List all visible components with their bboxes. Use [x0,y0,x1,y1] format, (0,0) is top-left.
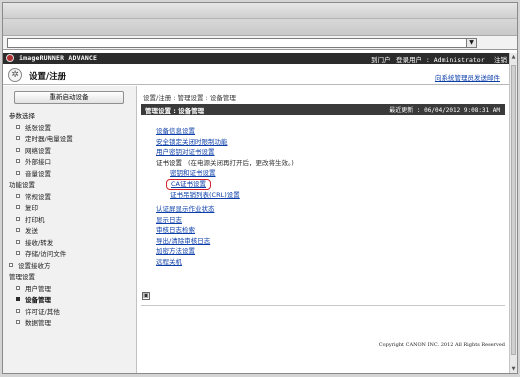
bullet-icon [9,262,13,267]
sidebar-item-volume[interactable]: 音量设置 [3,169,137,181]
bullet-icon [16,239,20,244]
sidebar-item-send[interactable]: 发送 [3,226,137,238]
sidebar: 重新启动设备 参数选择 纸张设置 定时器/电量设置 网络设置 外部接口 音量设置… [3,86,137,373]
bullet-active-icon [16,297,20,301]
browser-window: ▼ imageRUNNER ADVANCE 到门户 登录用户 : Adminis… [2,2,518,374]
copyright: Copyright CANON INC. 2012 All Rights Res… [378,342,505,348]
sidebar-item-label: 接收/转发 [25,238,54,247]
sidebar-item-interface[interactable]: 外部接口 [3,157,137,169]
bullet-icon [16,147,20,152]
address-dropdown-icon[interactable]: ▼ [466,39,476,47]
sidebar-item-device-management[interactable]: 设备管理 [3,295,137,307]
sidebar-item-label: 设置接收方 [18,261,51,270]
address-input[interactable]: ▼ [7,38,477,48]
logout-link[interactable]: 注销 [494,54,507,64]
settings-wheel-icon: ✲ [8,68,22,82]
sidebar-item-data-management[interactable]: 数据管理 [3,318,137,330]
bullet-icon [16,205,20,209]
sidebar-item-label: 定时器/电量设置 [25,135,73,143]
link-audit-log-search[interactable]: 审核日志检索 [156,225,486,236]
email-admin-link[interactable]: 向系统管理员发送邮件 [435,72,500,82]
app-header: imageRUNNER ADVANCE 到门户 登录用户 : Administr… [3,53,509,64]
sidebar-item-label: 纸张设置 [25,123,51,132]
bullet-icon [16,170,20,175]
sidebar-item-destination[interactable]: 设置接收方 [3,261,137,273]
sidebar-item-label: 许可证/其他 [25,307,60,316]
sidebar-nav: 参数选择 纸张设置 定时器/电量设置 网络设置 外部接口 音量设置 功能设置 常… [3,111,137,330]
sidebar-item-label: 常规设置 [25,192,51,201]
link-display-log[interactable]: 显示日志 [156,215,486,226]
sidebar-item-label: 打印机 [25,215,45,224]
canon-logo-icon [6,54,14,62]
breadcrumb: 设置/注册 : 管理设置 : 设备管理 [143,94,236,102]
sidebar-item-label: 用户管理 [25,284,51,293]
sidebar-item-label: 音量设置 [25,169,51,178]
bullet-icon [16,320,20,324]
login-user: 登录用户 : Administrator [396,56,485,64]
sidebar-item-printer[interactable]: 打印机 [3,215,137,227]
sidebar-item-label: 设备管理 [25,296,51,304]
sidebar-item-label: 外部接口 [25,158,51,166]
browser-title-bar [3,3,517,19]
link-device-info[interactable]: 设备信息设置 [156,126,486,137]
sidebar-heading-preferences: 参数选择 [9,112,35,120]
sidebar-item-user-management[interactable]: 用户管理 [3,284,137,296]
cert-settings-note: (在电源关闭再打开后，更改将生效。) [188,158,294,167]
bullet-icon [16,251,20,255]
sidebar-item-paper[interactable]: 纸张设置 [3,123,137,135]
portal-link[interactable]: 到门户 [371,54,391,64]
scroll-up-icon[interactable]: ▲ [510,53,517,61]
sidebar-item-timer[interactable]: 定时器/电量设置 [3,134,137,146]
sidebar-item-store[interactable]: 存储/访问文件 [3,249,137,261]
bullet-icon [16,124,20,129]
section-header: 管理设置 : 设备管理 最近更新 : 06/04/2012 9:08:31 AM [141,104,505,115]
bullet-icon [16,308,20,313]
main-content: 设置/注册 : 管理设置 : 设备管理 管理设置 : 设备管理 最近更新 : 0… [138,86,509,373]
cert-settings-row: 证书设置 (在电源关闭再打开后，更改将生效。) [156,158,486,169]
collapse-icon[interactable]: ▣ [142,292,150,300]
link-encryption-method[interactable]: 加密方法设置 [156,246,486,257]
link-security-lock[interactable]: 安全锁定关闭时限制功能 [156,137,486,148]
settings-links: 设备信息设置 安全锁定关闭时限制功能 用户密钥对证书设置 证书设置 (在电源关闭再… [156,126,486,267]
section-title: 管理设置 : 设备管理 [145,107,205,115]
cert-settings-label: 证书设置 [156,158,182,167]
sidebar-heading-function: 功能设置 [9,181,35,189]
scroll-down-icon[interactable]: ▼ [510,365,517,373]
brand-name: imageRUNNER ADVANCE [19,54,98,62]
link-ca-cert-settings[interactable]: CA证书设置 [166,178,211,190]
sidebar-item-common[interactable]: 常规设置 [3,192,137,204]
vertical-scrollbar[interactable]: ▲ ▼ [509,53,517,373]
page-title-bar: ✲ 设置/注册 向系统管理员发送邮件 [3,65,509,85]
bullet-icon [16,136,20,140]
scrollbar-thumb[interactable] [511,65,516,355]
link-export-audit-log[interactable]: 导出/清除审核日志 [156,236,486,247]
link-user-key-cert[interactable]: 用户密钥对证书设置 [156,147,486,158]
link-remote-shutdown[interactable]: 远程关机 [156,257,486,268]
footer-divider [141,305,505,306]
link-key-cert-settings[interactable]: 密钥和证书设置 [170,168,486,179]
page-title: 设置/注册 [29,72,67,82]
link-job-status-auth[interactable]: 认证屏显示作业状态 [156,204,486,215]
sidebar-item-license[interactable]: 许可证/其他 [3,307,137,319]
sidebar-heading-management: 管理设置 [9,273,35,281]
restart-device-button[interactable]: 重新启动设备 [14,91,124,104]
bullet-icon [16,228,20,232]
bullet-icon [16,285,20,290]
sidebar-item-label: 数据管理 [25,319,51,327]
browser-toolbar [3,19,517,36]
bullet-icon [16,216,20,221]
sidebar-item-label: 发送 [25,227,38,235]
last-updated: 最近更新 : 06/04/2012 9:08:31 AM [389,107,500,114]
bullet-icon [16,193,20,198]
sidebar-item-copy[interactable]: 复印 [3,203,137,215]
sidebar-item-label: 存储/访问文件 [25,250,67,258]
bullet-icon [16,159,20,163]
link-crl-settings[interactable]: 证书吊销列表(CRL)设置 [170,190,486,201]
sidebar-item-label: 网络设置 [25,146,51,155]
sidebar-item-label: 复印 [25,204,38,212]
sidebar-item-network[interactable]: 网络设置 [3,146,137,158]
address-bar: ▼ [3,36,517,50]
sidebar-item-receive[interactable]: 接收/转发 [3,238,137,250]
